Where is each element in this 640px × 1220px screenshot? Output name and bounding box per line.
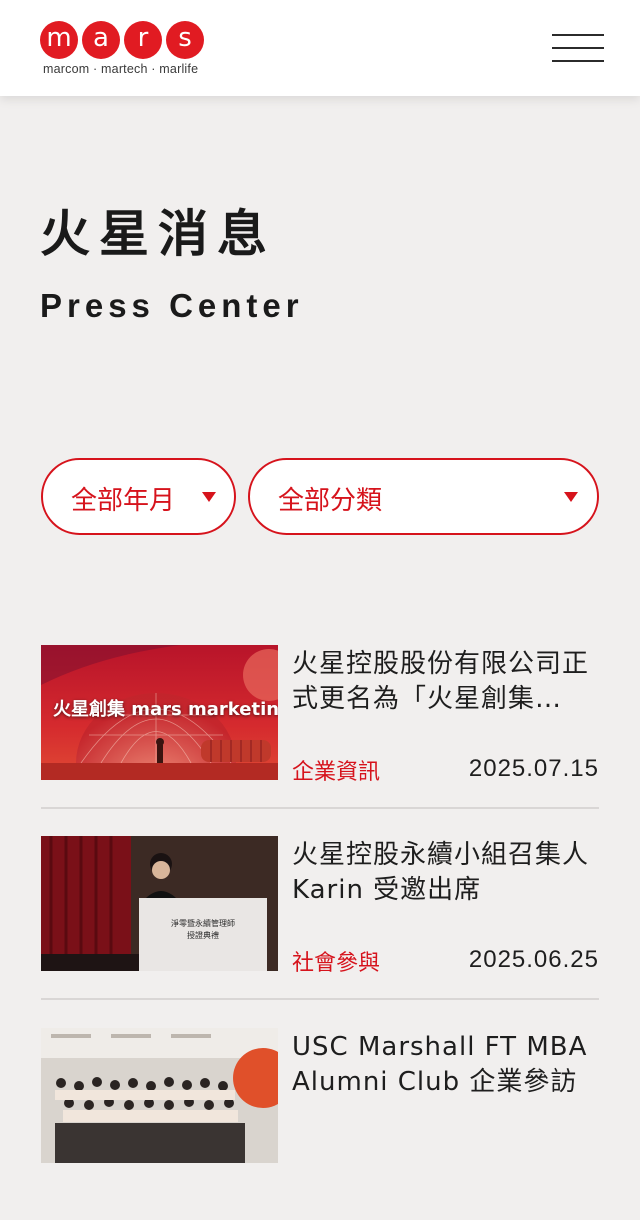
news-date: 2025.06.25	[468, 946, 599, 973]
year-filter-select[interactable]: 全部年月	[41, 458, 236, 535]
list-divider	[41, 807, 599, 809]
year-filter-value: 全部年月	[71, 486, 176, 516]
logo-mark: m a r s	[40, 21, 210, 59]
news-list-item[interactable]: 火星創集 mars marketing 火星控股股份有限公司正式更名為「火星創集…	[41, 645, 599, 837]
logo-tagline: marcom · martech · marlife	[43, 62, 199, 76]
news-category-tag[interactable]: 社會參與	[292, 945, 380, 977]
hamburger-icon	[552, 60, 604, 62]
site-header: m a r s marcom · martech · marlife	[0, 0, 640, 96]
news-title[interactable]: 火星控股股份有限公司正式更名為「火星創集 mars marketing」	[292, 647, 602, 717]
svg-text:授證典禮: 授證典禮	[187, 930, 219, 940]
caret-down-icon	[202, 492, 216, 502]
logo-letter: a	[82, 21, 120, 59]
page-subtitle: Press Center	[40, 287, 304, 324]
news-title[interactable]: 火星控股永續小組召集人 Karin 受邀出席	[292, 838, 602, 908]
news-list-item[interactable]: 淨零暨永續管理師 授證典禮 火星控股永續小組召集人 Karin 受邀出席 社會參…	[41, 836, 599, 1028]
mars-logo[interactable]: m a r s marcom · martech · marlife	[40, 21, 210, 77]
news-thumbnail-mars-base[interactable]: 火星創集 mars marketing	[41, 645, 278, 780]
hamburger-icon	[552, 47, 604, 49]
category-filter-value: 全部分類	[278, 486, 383, 516]
thumbnail-caption: 火星創集 mars marketing	[53, 699, 278, 720]
news-title[interactable]: USC Marshall FT MBA Alumni Club 企業參訪	[292, 1030, 602, 1100]
news-thumbnail-group-photo[interactable]	[41, 1028, 278, 1163]
caret-down-icon	[564, 492, 578, 502]
news-thumbnail-speaker[interactable]: 淨零暨永續管理師 授證典禮	[41, 836, 278, 971]
list-divider	[41, 998, 599, 1000]
logo-letter: m	[40, 21, 78, 59]
svg-text:淨零暨永續管理師: 淨零暨永續管理師	[171, 918, 235, 928]
page-title: 火星消息	[40, 205, 276, 263]
news-list-item[interactable]: USC Marshall FT MBA Alumni Club 企業參訪	[41, 1028, 599, 1220]
logo-letter: s	[166, 21, 204, 59]
hamburger-icon	[552, 34, 604, 36]
hamburger-menu-button[interactable]	[552, 30, 606, 66]
news-date: 2025.07.15	[468, 755, 599, 782]
news-category-tag[interactable]: 企業資訊	[292, 754, 380, 786]
logo-letter: r	[124, 21, 162, 59]
category-filter-select[interactable]: 全部分類	[248, 458, 599, 535]
